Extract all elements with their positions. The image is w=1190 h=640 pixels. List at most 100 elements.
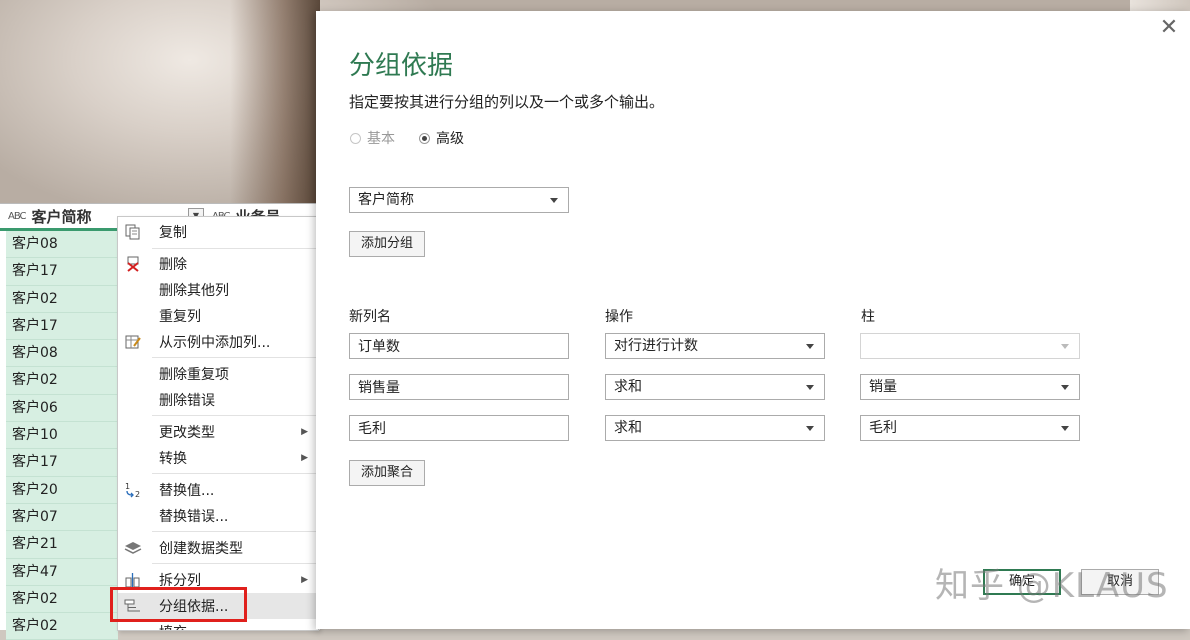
chevron-down-icon (806, 385, 814, 390)
operation-select[interactable]: 求和 (605, 415, 825, 441)
menu-item-create-data-type[interactable]: 创建数据类型 (118, 535, 318, 561)
menu-item-label: 重复列 (159, 309, 201, 325)
group-column-select[interactable]: 客户简称 (349, 187, 569, 213)
replace-values-icon: 12 (122, 479, 144, 501)
table-row[interactable]: 客户02 (6, 613, 118, 640)
table-row[interactable]: 客户21 (6, 531, 118, 559)
menu-item-transform[interactable]: 转换 ▶ (118, 445, 318, 471)
column-header: 柱 (861, 309, 875, 325)
group-by-dialog: ✕ 分组依据 指定要按其进行分组的列以及一个或多个输出。 基本 高级 客户简称 … (316, 11, 1190, 629)
svg-text:1: 1 (125, 482, 130, 491)
add-grouping-button[interactable]: 添加分组 (349, 231, 426, 257)
menu-separator (152, 415, 318, 416)
menu-item-duplicate-column[interactable]: 重复列 (118, 303, 318, 329)
submenu-arrow-icon: ▶ (301, 575, 308, 585)
submenu-arrow-icon: ▶ (301, 453, 308, 463)
menu-separator (152, 531, 318, 532)
menu-item-label: 填充 (159, 622, 187, 630)
add-aggregation-button[interactable]: 添加聚合 (349, 460, 426, 486)
new-column-name-input[interactable] (349, 415, 569, 441)
column-select[interactable]: 销量 (860, 374, 1080, 400)
menu-item-label: 创建数据类型 (159, 541, 243, 557)
grid-cells: 客户08 客户17 客户02 客户17 客户08 客户02 客户06 客户10 … (6, 231, 118, 640)
menu-separator (152, 248, 318, 249)
menu-item-replace-errors[interactable]: 替换错误... (118, 503, 318, 529)
add-column-example-icon (122, 331, 144, 353)
radio-advanced[interactable]: 高级 (419, 128, 464, 148)
select-value: 客户简称 (358, 192, 414, 208)
select-value: 求和 (614, 379, 642, 395)
menu-item-label: 删除其他列 (159, 283, 229, 299)
chevron-down-icon (1061, 426, 1069, 431)
table-row[interactable]: 客户47 (6, 558, 118, 586)
table-row[interactable]: 客户20 (6, 476, 118, 504)
radio-label: 基本 (367, 131, 395, 147)
menu-item-replace-values[interactable]: 12 替换值... (118, 477, 318, 503)
select-value: 求和 (614, 420, 642, 436)
menu-item-label: 删除重复项 (159, 367, 229, 383)
data-type-icon (122, 537, 144, 559)
delete-icon (122, 253, 144, 275)
menu-item-delete[interactable]: 删除 (118, 251, 318, 277)
menu-item-remove-other-columns[interactable]: 删除其他列 (118, 277, 318, 303)
dialog-description: 指定要按其进行分组的列以及一个或多个输出。 (349, 93, 665, 111)
new-column-name-header: 新列名 (349, 309, 391, 325)
menu-item-label: 删除错误 (159, 393, 215, 409)
context-menu: 复制 删除 删除其他列 重复列 从示例中添加列... 删除重复项 删除错误 更改… (117, 216, 319, 631)
menu-item-label: 更改类型 (159, 425, 215, 441)
highlight-box (110, 587, 247, 622)
table-row[interactable]: 客户06 (6, 394, 118, 423)
menu-item-label: 转换 (159, 451, 187, 467)
chevron-down-icon (1061, 385, 1069, 390)
menu-item-add-column-from-examples[interactable]: 从示例中添加列... (118, 329, 318, 355)
table-row[interactable]: 客户02 (6, 285, 118, 313)
menu-separator (152, 357, 318, 358)
menu-separator (152, 473, 318, 474)
radio-basic[interactable]: 基本 (350, 128, 395, 148)
svg-text:2: 2 (135, 490, 140, 498)
table-row[interactable]: 客户17 (6, 312, 118, 341)
radio-button-icon[interactable] (350, 132, 361, 144)
copy-icon (122, 221, 144, 243)
column-select[interactable] (860, 333, 1080, 359)
operation-select[interactable]: 对行进行计数 (605, 333, 825, 359)
radio-label: 高级 (436, 131, 464, 147)
select-value: 毛利 (869, 420, 897, 436)
menu-item-label: 删除 (159, 257, 187, 273)
close-icon[interactable]: ✕ (1158, 17, 1180, 39)
select-value: 对行进行计数 (614, 338, 698, 354)
dialog-title: 分组依据 (349, 51, 454, 81)
table-row[interactable]: 客户02 (6, 585, 118, 614)
menu-item-remove-duplicates[interactable]: 删除重复项 (118, 361, 318, 387)
radio-button-icon[interactable] (419, 132, 430, 144)
new-column-name-input[interactable] (349, 333, 569, 359)
chevron-down-icon (806, 426, 814, 431)
menu-separator (152, 563, 318, 564)
table-row[interactable]: 客户10 (6, 422, 118, 450)
submenu-arrow-icon: ▶ (301, 427, 308, 437)
new-column-name-input[interactable] (349, 374, 569, 400)
column-select[interactable]: 毛利 (860, 415, 1080, 441)
table-row[interactable]: 客户02 (6, 367, 118, 395)
table-row[interactable]: 客户08 (6, 340, 118, 368)
operation-select[interactable]: 求和 (605, 374, 825, 400)
text-type-icon: ABC (8, 210, 26, 222)
menu-item-label: 替换值... (159, 483, 215, 499)
table-row[interactable]: 客户17 (6, 258, 118, 286)
table-row[interactable]: 客户17 (6, 449, 118, 477)
select-value: 销量 (869, 379, 897, 395)
menu-item-label: 复制 (159, 225, 187, 241)
menu-item-label: 从示例中添加列... (159, 335, 271, 351)
column-header-label: 客户简称 (31, 207, 92, 226)
chevron-down-icon (1061, 344, 1069, 349)
watermark: 知乎 @KLAUS (935, 566, 1169, 606)
background-photo-detail (230, 0, 320, 210)
menu-item-change-type[interactable]: 更改类型 ▶ (118, 419, 318, 445)
menu-item-remove-errors[interactable]: 删除错误 (118, 387, 318, 413)
chevron-down-icon (806, 344, 814, 349)
menu-item-copy[interactable]: 复制 (118, 219, 318, 245)
operation-header: 操作 (605, 309, 633, 325)
table-row[interactable]: 客户08 (6, 231, 118, 259)
menu-item-label: 替换错误... (159, 509, 229, 525)
table-row[interactable]: 客户07 (6, 503, 118, 532)
